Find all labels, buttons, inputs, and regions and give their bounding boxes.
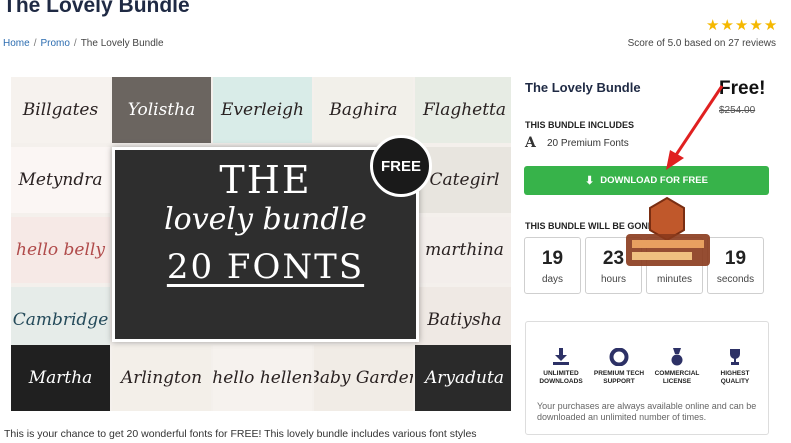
feature-highest-quality: HIGHEST QUALITY [706,348,764,386]
free-badge: FREE [370,135,432,197]
cover-font-count: 20 FONTS [166,247,365,287]
sidebar-title: The Lovely Bundle [525,80,641,95]
font-tile-label: Everleigh [221,100,304,120]
font-tile: hello hellen [213,345,312,411]
download-button-label: DOWNLOAD FOR FREE [600,175,708,186]
page-title: The Lovely Bundle [3,0,190,17]
font-tile-label: Cambridge [12,310,109,330]
star-icon: ★ [706,17,720,34]
annotation-arrow-icon [666,85,724,170]
font-tile: Billgates [11,77,110,143]
features-note: Your purchases are always available onli… [537,401,757,422]
bundle-description: This is your chance to get 20 wonderful … [4,428,477,440]
download-for-free-button[interactable]: ⬇ DOWNLOAD FOR FREE [524,166,769,195]
font-tile-label: Arlington [120,368,203,388]
star-icon: ★ [749,17,763,34]
font-tile: Cambridge [11,287,110,353]
breadcrumb: Home / Promo / The Lovely Bundle [3,38,164,49]
rating-stars: ★ ★ ★ ★ ★ [706,18,777,33]
font-tile-label: marthina [425,240,504,260]
cover-subheading: lovely bundle [164,202,367,237]
breadcrumb-current: The Lovely Bundle [80,38,164,49]
rating-text: Score of 5.0 based on 27 reviews [627,38,776,49]
includes-row: A 20 Premium Fonts [525,135,629,151]
font-tile: Everleigh [213,77,312,143]
feature-label: COMMERCIAL LICENSE [654,370,700,385]
includes-text: 20 Premium Fonts [547,137,629,149]
font-tile: hello belly [11,217,110,283]
font-tile: Arlington [112,345,211,411]
star-icon: ★ [734,17,749,34]
forum-watermark-logo [626,196,710,266]
breadcrumb-separator: / [33,38,37,49]
feature-unlimited-downloads: UNLIMITED DOWNLOADS [532,348,590,386]
lifebuoy-icon [609,347,629,367]
bundle-preview-image[interactable]: Billgates Yolistha Everleigh Baghira Fla… [11,77,511,411]
font-tile-label: Aryaduta [425,368,504,388]
features-row: UNLIMITED DOWNLOADS PREMIUM TECH SUPPORT… [532,347,764,386]
breadcrumb-home-link[interactable]: Home [3,38,30,49]
star-icon: ★ [763,17,778,34]
font-tile-label: Baghira [329,100,398,120]
download-icon: ⬇ [585,175,595,187]
countdown-unit: seconds [716,274,755,285]
countdown-value: 19 [541,248,564,269]
feature-commercial-license: COMMERCIAL LICENSE [648,348,706,386]
font-tile: Martha [11,345,110,411]
countdown-days: 19 days [524,237,581,294]
font-tile: Baby Garden [314,345,413,411]
feature-label: HIGHEST QUALITY [720,370,750,385]
font-tile: Flaghetta [415,77,511,143]
font-tile: Metyndra [11,147,110,213]
feature-label: UNLIMITED DOWNLOADS [539,370,583,385]
font-tile-label: Flaghetta [422,100,507,120]
features-box: UNLIMITED DOWNLOADS PREMIUM TECH SUPPORT… [525,321,769,435]
font-tile-label: Baby Garden [314,368,413,388]
font-tile: Yolistha [112,77,211,143]
font-tile-label: Billgates [22,100,99,120]
countdown-unit: days [541,274,564,285]
font-tile: Baghira [314,77,413,143]
font-tile-label: Batiysha [427,310,502,330]
download-icon [551,348,571,366]
font-tile-label: hello hellen [213,368,312,388]
includes-heading: THIS BUNDLE INCLUDES [525,120,635,130]
countdown-value: 19 [724,248,747,269]
star-icon: ★ [720,17,734,34]
trophy-icon [725,348,745,366]
font-tile: marthina [415,217,511,283]
feature-premium-support: PREMIUM TECH SUPPORT [590,347,648,386]
medal-icon [667,348,687,366]
font-icon: A [525,135,536,151]
breadcrumb-separator: / [73,38,77,49]
font-tile-label: Martha [28,368,93,388]
breadcrumb-promo-link[interactable]: Promo [40,38,69,49]
feature-label: PREMIUM TECH SUPPORT [593,370,645,385]
font-tile-label: Yolistha [127,100,196,120]
font-tile: Aryaduta [415,345,511,411]
font-tile-label: Categirl [429,170,500,190]
font-tile: Batiysha [415,287,511,353]
font-tile-label: Metyndra [18,170,103,190]
font-tile-label: hello belly [16,240,105,260]
